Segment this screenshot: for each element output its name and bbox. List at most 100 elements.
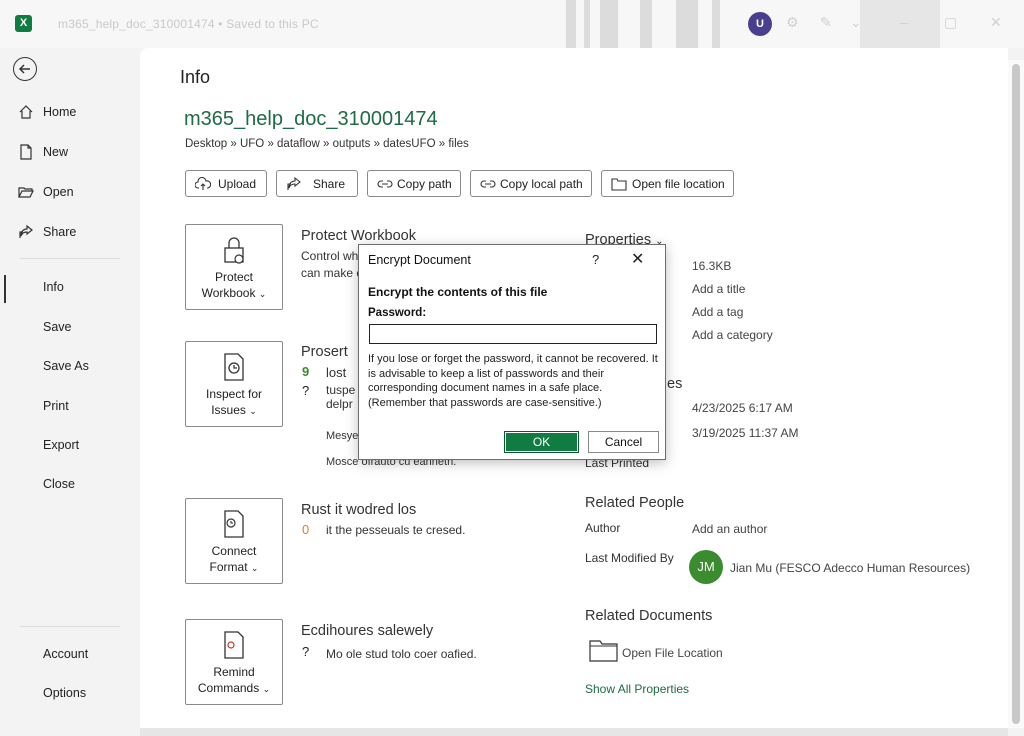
copy-local-path-button[interactable]: Copy local path [470, 170, 592, 197]
backstage-nav: Home New Open Share Info Save Save As Pr… [0, 48, 140, 736]
nav-label: Account [43, 647, 89, 661]
nav-label: New [43, 145, 69, 159]
close-icon[interactable]: ✕ [990, 14, 1002, 31]
document-name: m365_help_doc_310001474 [184, 108, 438, 130]
ribbon-pattern [566, 0, 576, 48]
nav-share[interactable]: Share [0, 216, 140, 248]
folder-icon [611, 178, 627, 191]
author-value[interactable]: Add an author [692, 522, 767, 536]
last-modified-value: 4/23/2025 6:17 AM [692, 401, 793, 415]
copy-path-label: Copy path [397, 177, 452, 191]
related-documents-header: Related Documents [585, 608, 713, 624]
protect-desc: can make c [301, 266, 363, 280]
manage-button[interactable]: Connect Format ⌄ [185, 498, 283, 584]
open-file-location-button[interactable]: Open file location [601, 170, 734, 197]
nav-label: Home [43, 105, 77, 119]
size-value: 16.3KB [692, 259, 732, 273]
vertical-scrollbar[interactable] [1008, 60, 1024, 728]
lock-icon [224, 237, 244, 264]
check-icon: 9 [302, 364, 310, 379]
modified-by-name[interactable]: Jian Mu (FESCO Adecco Human Resources) [730, 561, 970, 575]
link-icon [377, 180, 393, 188]
nav-label: Save [43, 320, 72, 334]
share-icon [287, 177, 301, 190]
inspect-button[interactable]: Inspect for Issues ⌄ [185, 341, 283, 427]
tags-value[interactable]: Add a tag [692, 305, 743, 319]
show-all-properties-link[interactable]: Show All Properties [585, 682, 689, 696]
browser-doc-icon [224, 631, 244, 659]
new-doc-icon [20, 144, 32, 160]
nav-print[interactable]: Print [0, 390, 140, 422]
password-warning: If you lose or forget the password, it c… [368, 353, 658, 409]
nav-close[interactable]: Close [0, 468, 140, 500]
dialog-title: Encrypt Document [368, 253, 471, 267]
author-key: Author [585, 521, 621, 535]
browser-options-label: Remind Commands ⌄ [197, 665, 271, 695]
nav-open[interactable]: Open [0, 176, 140, 208]
title-value[interactable]: Add a title [692, 282, 745, 296]
password-label: Password: [368, 307, 427, 319]
folder-open-icon [18, 187, 34, 198]
folder-icon [589, 640, 618, 662]
protect-title: Protect Workbook [301, 228, 416, 244]
scrollbar-thumb[interactable] [1012, 64, 1020, 724]
bottom-edge [140, 728, 1008, 736]
back-arrow-icon [18, 64, 30, 74]
share-button[interactable]: Share [276, 170, 358, 197]
inspect-item: delpr [326, 397, 353, 411]
password-input[interactable] [369, 324, 657, 344]
nav-export[interactable]: Export [0, 429, 140, 461]
protect-workbook-button[interactable]: Protect Workbook ⌄ [185, 224, 283, 310]
nav-save[interactable]: Save [0, 311, 140, 343]
ok-button[interactable]: OK [504, 431, 579, 453]
settings-icon[interactable]: ⚙ [786, 14, 799, 31]
chevron-down-icon[interactable]: ⌄ [850, 14, 862, 31]
browser-title: Ecdihoures salewely [301, 623, 434, 639]
nav-label: Info [43, 280, 64, 294]
share-label: Share [313, 177, 346, 191]
minimize-icon[interactable]: – [900, 14, 908, 30]
help-icon[interactable]: ? [592, 252, 599, 267]
cloud-upload-icon [195, 177, 211, 190]
manage-doc-icon [224, 510, 244, 538]
nav-label: Options [43, 686, 87, 700]
nav-account[interactable]: Account [0, 638, 140, 670]
breadcrumb[interactable]: Desktop » UFO » dataflow » outputs » dat… [185, 138, 469, 150]
maximize-icon[interactable]: ▢ [944, 14, 957, 31]
browser-desc: Mo ole stud tolo coer oafied. [326, 647, 477, 661]
inspect-item: lost [326, 365, 347, 380]
nav-label: Save As [43, 359, 89, 373]
nav-home[interactable]: Home [0, 96, 140, 128]
modified-by-key: Last Modified By [585, 551, 674, 565]
protect-workbook-label: Protect Workbook ⌄ [201, 270, 267, 300]
manage-desc: it the pesseuals te cresed. [326, 523, 466, 537]
back-button[interactable] [13, 57, 37, 81]
manage-title: Rust it wodred los [301, 502, 417, 518]
upload-label: Upload [218, 177, 257, 191]
dialog-heading: Encrypt the contents of this file [368, 285, 548, 299]
categories-value[interactable]: Add a category [692, 328, 773, 342]
pen-icon[interactable]: ✎ [820, 14, 832, 31]
window-title: m365_help_doc_310001474 • Saved to this … [58, 17, 319, 31]
upload-button[interactable]: Upload [185, 170, 267, 197]
open-file-location-link[interactable]: Open File Location [622, 646, 723, 660]
ribbon-pattern [712, 0, 720, 48]
user-avatar[interactable]: U [748, 12, 772, 36]
encrypt-document-dialog: Encrypt Document ? ✕ Encrypt the content… [358, 244, 666, 460]
nav-save-as[interactable]: Save As [0, 350, 140, 382]
excel-app-icon: X [15, 15, 32, 32]
question-icon: ? [302, 383, 310, 398]
nav-info[interactable]: Info [0, 271, 140, 303]
nav-new[interactable]: New [0, 136, 140, 168]
ribbon-pattern [600, 0, 618, 48]
cancel-button[interactable]: Cancel [588, 431, 659, 453]
avatar[interactable]: JM [689, 550, 723, 584]
browser-options-button[interactable]: Remind Commands ⌄ [185, 619, 283, 705]
nav-label: Open [43, 185, 74, 199]
question-icon: ? [302, 644, 310, 659]
share-icon [19, 224, 33, 238]
protect-desc: Control wh [301, 249, 359, 263]
copy-path-button[interactable]: Copy path [367, 170, 461, 197]
close-icon[interactable]: ✕ [631, 249, 644, 269]
nav-options[interactable]: Options [0, 677, 140, 709]
